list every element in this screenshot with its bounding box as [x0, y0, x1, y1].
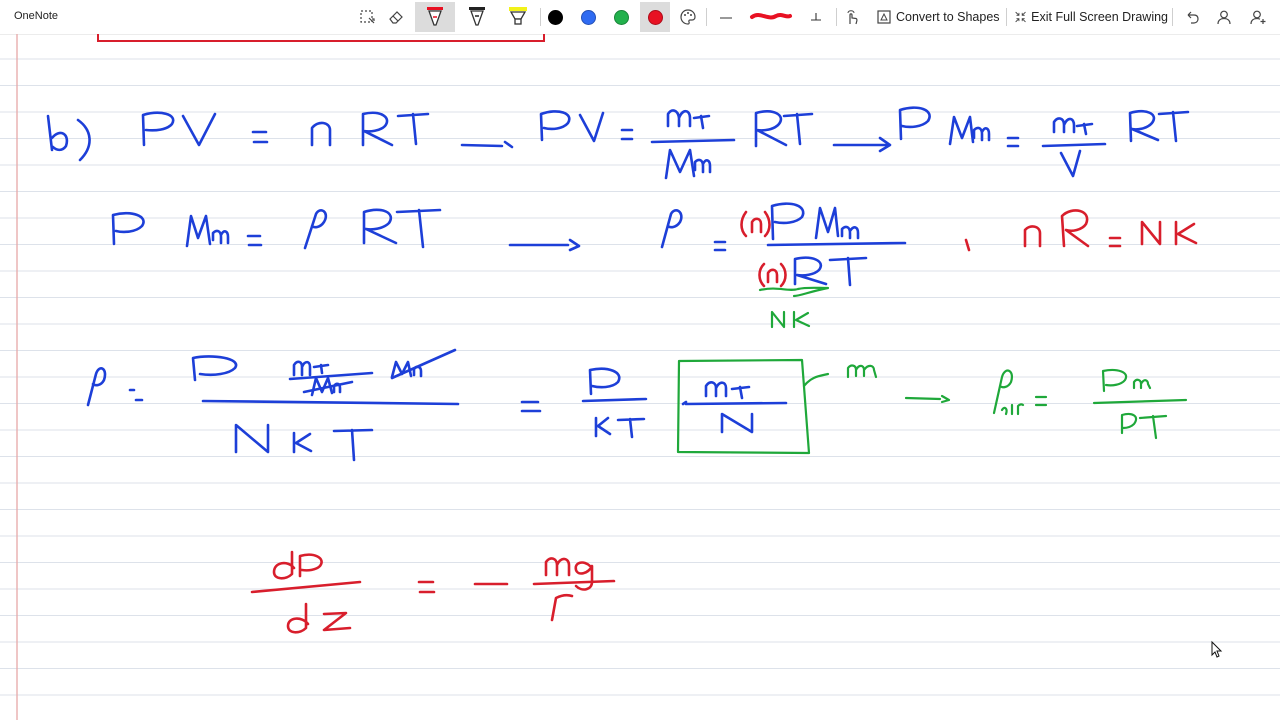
toolbar-separator [540, 8, 541, 26]
mouse-cursor [1211, 640, 1223, 658]
note-canvas[interactable] [0, 34, 1280, 720]
toolbar-separator [836, 8, 837, 26]
touch-drawing-button[interactable] [841, 2, 863, 32]
add-thickness-button[interactable] [804, 2, 828, 32]
color-blue-button[interactable] [578, 2, 598, 32]
palette-icon [680, 9, 696, 25]
add-person-icon [1250, 10, 1266, 25]
exit-full-screen-label: Exit Full Screen Drawing [1031, 10, 1168, 24]
share-button[interactable] [1246, 2, 1270, 32]
green-swatch [613, 9, 629, 25]
color-green-button[interactable] [611, 2, 631, 32]
toolbar-separator [1006, 8, 1007, 26]
black-swatch [547, 9, 563, 25]
green-ink-row-2 [758, 286, 830, 329]
exit-full-screen-icon [1015, 11, 1026, 23]
toolbar-separator [1172, 8, 1173, 26]
app-title: OneNote [14, 10, 59, 22]
exit-full-screen-drawing-button[interactable]: Exit Full Screen Drawing [1014, 2, 1168, 32]
red-box-ink [97, 34, 545, 42]
eraser-button[interactable] [382, 2, 410, 32]
red-pen-button[interactable] [415, 2, 455, 32]
red-pen-icon [427, 7, 443, 26]
equation-row-3-ink [86, 348, 648, 462]
highlighter-icon [509, 7, 527, 25]
person-icon [1217, 10, 1231, 25]
drawing-toolbar: OneNote Convert to Shapes Exit Full Scre… [0, 0, 1280, 35]
highlighter-button[interactable] [499, 2, 537, 32]
eraser-icon [389, 11, 403, 24]
color-red-button[interactable] [640, 2, 670, 32]
convert-shapes-icon [877, 10, 891, 24]
lasso-select-button[interactable] [354, 2, 380, 32]
page-svg [0, 34, 1280, 720]
boxed-fraction-ink [681, 381, 788, 434]
thin-stroke-icon [720, 17, 732, 19]
undo-icon [1187, 11, 1199, 24]
green-ink-row-3 [676, 358, 1188, 455]
thick-stroke-button[interactable] [746, 2, 796, 32]
blue-swatch [580, 9, 596, 25]
equation-row-4-ink [250, 550, 616, 634]
color-black-button[interactable] [545, 2, 565, 32]
undo-button[interactable] [1180, 2, 1204, 32]
plus-icon [811, 13, 821, 21]
toolbar-separator [706, 8, 707, 26]
equation-row-1-ink [46, 106, 1190, 180]
thin-stroke-button[interactable] [714, 2, 738, 32]
ruled-lines [0, 58, 1280, 696]
thick-stroke-icon [750, 13, 792, 20]
more-colors-button[interactable] [676, 2, 700, 32]
convert-to-shapes-button[interactable]: Convert to Shapes [876, 2, 1002, 32]
account-button[interactable] [1212, 2, 1236, 32]
convert-to-shapes-label: Convert to Shapes [896, 10, 1000, 24]
black-pen-icon [469, 7, 485, 26]
touch-drawing-icon [847, 10, 858, 25]
lasso-select-icon [360, 10, 375, 24]
red-swatch [647, 9, 663, 25]
black-pen-button[interactable] [458, 2, 496, 32]
